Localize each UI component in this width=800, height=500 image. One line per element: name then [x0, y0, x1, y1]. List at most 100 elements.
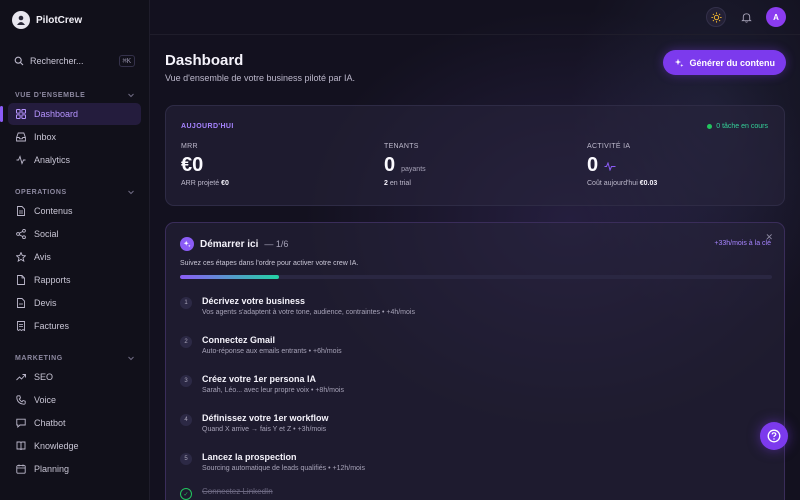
running-tasks-status: 0 tâche en cours [707, 123, 768, 130]
step-number: 1 [180, 297, 192, 309]
section-header-operations[interactable]: OPERATIONS [0, 185, 149, 199]
tenants-value: 0 [384, 154, 396, 176]
sidebar-item-analytics[interactable]: Analytics [8, 149, 141, 171]
page-title: Dashboard [165, 52, 244, 69]
book-icon [16, 441, 26, 451]
step-number: 2 [180, 336, 192, 348]
sidebar-item-factures[interactable]: Factures [8, 315, 141, 337]
sidebar-item-label: Dashboard [34, 109, 79, 119]
phone-icon [16, 395, 26, 405]
sidebar-item-devis[interactable]: Devis [8, 292, 141, 314]
sidebar-item-label: Planning [34, 464, 70, 474]
sidebar-item-avis[interactable]: Avis [8, 246, 141, 268]
step-number: 3 [180, 375, 192, 387]
brand-name: PilotCrew [36, 14, 83, 26]
trial-label: en trial [389, 180, 411, 187]
search-label: Rechercher... [30, 56, 84, 66]
time-gain-text: +33h/mois à la clé [714, 240, 771, 247]
generate-content-button[interactable]: Générer du contenu [663, 50, 786, 75]
sparkles-badge-icon [180, 237, 194, 251]
getting-started-subtitle: Suivez ces étapes dans l'ordre pour acti… [180, 260, 359, 267]
file-icon [17, 275, 25, 285]
sparkles-icon [675, 58, 684, 67]
mrr-label: MRR [181, 143, 198, 150]
running-tasks-text: 0 tâche en cours [716, 123, 768, 130]
sidebar-item-label: Avis [34, 252, 51, 262]
help-button[interactable] [760, 422, 788, 450]
sidebar-item-knowledge[interactable]: Knowledge [8, 435, 141, 457]
document-icon [17, 206, 25, 216]
receipt-icon [17, 321, 25, 331]
section-header-overview[interactable]: VUE D'ENSEMBLE [0, 88, 149, 102]
step-item[interactable]: 1 Décrivez votre business Vos agents s'a… [180, 296, 415, 316]
star-icon [16, 252, 26, 262]
chat-icon [16, 418, 26, 428]
file-text-icon [17, 298, 25, 308]
step-title: Connectez LinkedIn [202, 487, 273, 496]
activity-pulse-icon [604, 162, 616, 171]
step-item-done[interactable]: ✓ Connectez LinkedIn [180, 487, 273, 500]
sun-icon [710, 11, 722, 23]
getting-started-count: — 1/6 [264, 239, 289, 249]
sidebar-item-voice[interactable]: Voice [8, 389, 141, 411]
brand[interactable]: PilotCrew [0, 0, 149, 40]
sidebar-item-planning[interactable]: Planning [8, 458, 141, 480]
section-title: MARKETING [15, 354, 63, 362]
arr-label: ARR projeté [181, 180, 220, 187]
sidebar-item-dashboard[interactable]: Dashboard [0, 103, 141, 125]
sidebar-item-chatbot[interactable]: Chatbot [8, 412, 141, 434]
page-subtitle: Vue d'ensemble de votre business piloté … [165, 73, 355, 83]
step-item[interactable]: 5 Lancez la prospection Sourcing automat… [180, 452, 365, 472]
generate-content-label: Générer du contenu [689, 57, 775, 68]
sidebar-item-seo[interactable]: SEO [8, 366, 141, 388]
progress-fill [180, 275, 279, 279]
calendar-icon [16, 464, 26, 474]
topbar: A [150, 0, 800, 35]
getting-started-title: Démarrer ici [200, 238, 259, 250]
chevron-down-icon [128, 190, 134, 195]
sidebar-item-label: Rapports [34, 275, 71, 285]
sidebar-item-label: SEO [34, 372, 54, 382]
help-icon [767, 429, 781, 443]
sidebar-item-contenus[interactable]: Contenus [8, 200, 141, 222]
ai-activity-stat: ACTIVITÉ IA 0 Coût aujourd'hui €0.03 [587, 143, 657, 187]
step-desc: Auto-réponse aux emails entrants • +6h/m… [202, 348, 342, 355]
search-shortcut: ⌘K [118, 55, 135, 67]
ai-activity-label: ACTIVITÉ IA [587, 143, 631, 150]
search-button[interactable]: Rechercher... ⌘K [8, 48, 141, 74]
sidebar-item-social[interactable]: Social [8, 223, 141, 245]
step-number: 5 [180, 453, 192, 465]
step-title: Décrivez votre business [202, 296, 306, 306]
step-item[interactable]: 2 Connectez Gmail Auto-réponse aux email… [180, 335, 342, 355]
section-header-marketing[interactable]: MARKETING [0, 351, 149, 365]
sidebar-item-rapports[interactable]: Rapports [8, 269, 141, 291]
tenants-unit: payants [401, 166, 426, 173]
getting-started-card: Démarrer ici — 1/6 ✕ +33h/mois à la clé … [165, 222, 785, 500]
ai-cost-value: €0.03 [639, 180, 658, 187]
section-title: OPERATIONS [15, 188, 67, 196]
sidebar-item-label: Devis [34, 298, 57, 308]
step-number: 4 [180, 414, 192, 426]
status-dot [707, 124, 713, 129]
sidebar-item-label: Factures [34, 321, 70, 331]
step-desc: Quand X arrive → fais Y et Z • +3h/mois [202, 426, 327, 433]
step-desc: Vos agents s'adaptent à votre tone, audi… [202, 309, 415, 316]
arr-value: €0 [221, 180, 229, 187]
mrr-stat: MRR €0 ARR projeté €0 [181, 143, 229, 187]
sidebar-item-label: Contenus [34, 206, 73, 216]
theme-toggle-button[interactable] [706, 7, 726, 27]
today-card: AUJOURD'HUI 0 tâche en cours MRR €0 ARR … [165, 105, 785, 206]
ai-cost-label: Coût aujourd'hui [587, 180, 638, 187]
tenants-label: TENANTS [384, 143, 419, 150]
sidebar-item-label: Analytics [34, 155, 71, 165]
step-desc: Sarah, Léo... avec leur propre voix • +8… [202, 387, 344, 394]
notifications-button[interactable] [736, 7, 756, 27]
inbox-icon [16, 132, 26, 142]
activity-icon [16, 155, 26, 165]
step-item[interactable]: 3 Créez votre 1er persona IA Sarah, Léo.… [180, 374, 344, 394]
step-item[interactable]: 4 Définissez votre 1er workflow Quand X … [180, 413, 329, 433]
avatar[interactable]: A [766, 7, 786, 27]
sidebar-item-inbox[interactable]: Inbox [8, 126, 141, 148]
sidebar-item-label: Chatbot [34, 418, 66, 428]
bell-icon [740, 12, 752, 23]
